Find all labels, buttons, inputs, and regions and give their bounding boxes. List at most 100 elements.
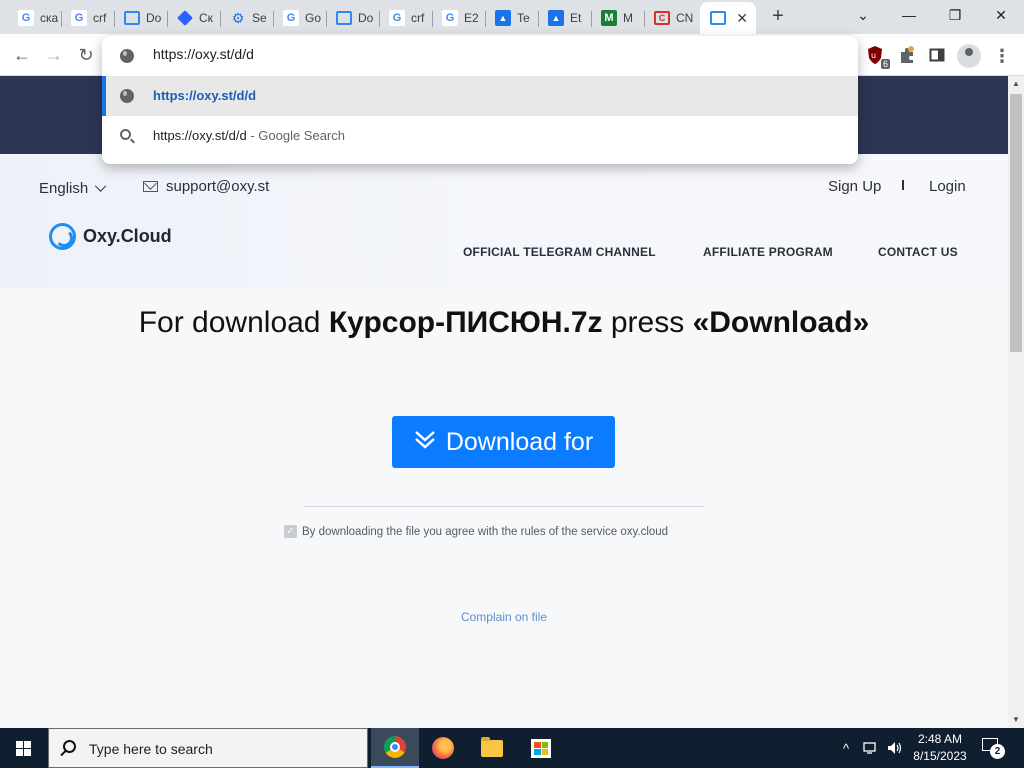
google-icon: G [71, 10, 87, 26]
triangle-app-icon: ▲ [548, 10, 564, 26]
svg-text:u: u [871, 51, 876, 60]
headline-prefix: For download [138, 306, 321, 339]
browser-tab[interactable]: Do [326, 4, 379, 32]
profile-avatar-icon[interactable] [957, 44, 981, 68]
taskbar-firefox[interactable] [419, 728, 467, 768]
oxy-cloud-logo-icon [49, 223, 76, 250]
language-selector[interactable]: English [39, 180, 107, 197]
forward-button[interactable]: → [42, 43, 66, 67]
suggestion-text: https://oxy.st/d/d [153, 128, 247, 143]
suggestion-text-wrap: https://oxy.st/d/d - Google Search [153, 128, 345, 143]
complain-link-label[interactable]: Complain on file [461, 610, 547, 624]
headline-middle: press [610, 306, 685, 339]
support-email-link[interactable]: support@oxy.st [166, 178, 269, 195]
search-icon [63, 740, 76, 753]
address-bar[interactable] [102, 36, 858, 76]
taskbar-clock[interactable]: 2:48 AM 8/15/2023 [905, 731, 975, 765]
tab-title: E2 [464, 11, 479, 25]
browser-tab[interactable]: ▲ Te [485, 4, 538, 32]
browser-tab[interactable]: G E2 [432, 4, 485, 32]
back-button[interactable]: ← [10, 43, 34, 67]
tab-search-button[interactable]: ⌄ [840, 0, 886, 30]
complain-link[interactable]: Complain on file [0, 610, 1008, 624]
headline-action: «Download» [692, 306, 870, 339]
reload-button[interactable]: ↻ [74, 43, 98, 67]
omnibox-suggestion-search[interactable]: https://oxy.st/d/d - Google Search [102, 116, 858, 156]
minimize-button[interactable]: — [886, 0, 932, 30]
extension-badge: 6 [880, 59, 890, 69]
network-icon[interactable] [860, 728, 882, 768]
start-button[interactable] [0, 728, 48, 768]
browser-tab[interactable]: G crf [379, 4, 432, 32]
nav-affiliate-program[interactable]: AFFILIATE PROGRAM [703, 245, 833, 259]
page-scrollbar[interactable]: ▲ ▼ [1008, 76, 1024, 728]
tab-strip: G ска G crf Do Ск ⚙ Se G Go Do G crf G E… [0, 0, 1024, 34]
browser-tab[interactable]: Do [114, 4, 167, 32]
tab-title: CN [676, 11, 694, 25]
firefox-icon [432, 737, 454, 759]
sign-up-link[interactable]: Sign Up [828, 178, 881, 195]
mail-icon [143, 181, 158, 192]
download-button[interactable]: Download for [392, 416, 615, 468]
tab-title: Et [570, 11, 582, 25]
browser-tab[interactable]: ▲ Et [538, 4, 591, 32]
tray-overflow-chevron-icon[interactable]: ^ [836, 728, 856, 768]
side-panel-icon[interactable] [926, 44, 948, 66]
headline-filename: Курсор-ПИСЮН.7z [328, 306, 603, 339]
agreement-text: By downloading the file you agree with t… [302, 526, 669, 538]
notification-count: 2 [990, 744, 1005, 759]
chrome-icon [384, 736, 406, 758]
address-input[interactable] [153, 46, 753, 62]
browser-tab[interactable]: G crf [61, 4, 114, 32]
taskbar-store[interactable] [517, 728, 565, 768]
login-link[interactable]: Login [929, 178, 966, 195]
taskbar-file-explorer[interactable] [468, 728, 516, 768]
ublock-extension-icon[interactable]: u 6 [864, 44, 890, 69]
close-tab-icon[interactable]: ✕ [736, 10, 748, 27]
notification-center-icon[interactable]: 2 [982, 738, 1005, 759]
nav-contact-us[interactable]: CONTACT US [878, 245, 958, 259]
browser-tab[interactable]: M M [591, 4, 644, 32]
browser-tab[interactable]: G ска [8, 4, 61, 32]
scroll-down-arrow-icon[interactable]: ▼ [1008, 712, 1024, 728]
gear-icon: ⚙ [231, 9, 245, 26]
omnibox-dropdown: https://oxy.st/d/d https://oxy.st/d/d - … [102, 36, 858, 164]
suggestion-text: https://oxy.st/d/d [153, 88, 257, 103]
close-window-button[interactable]: ✕ [978, 0, 1024, 30]
menu-kebab-icon[interactable]: ⋮ [992, 44, 1012, 68]
taskbar-search-box[interactable]: Type here to search [48, 728, 368, 768]
browser-tab[interactable]: G Go [273, 4, 326, 32]
oxy-cloud-icon [124, 11, 140, 25]
browser-tab[interactable]: ⚙ Se [220, 4, 273, 32]
tab-title: Se [252, 11, 267, 25]
taskbar-search-placeholder: Type here to search [89, 741, 213, 757]
logo-text: Oxy.Cloud [83, 226, 172, 246]
suggestion-suffix: - Google Search [250, 128, 345, 143]
volume-icon[interactable] [884, 728, 906, 768]
restore-button[interactable]: ❐ [932, 0, 978, 30]
taskbar-chrome[interactable] [371, 728, 419, 768]
scrollbar-thumb[interactable] [1010, 94, 1022, 352]
clock-date: 8/15/2023 [913, 749, 967, 763]
header-separator [902, 180, 904, 190]
scroll-up-arrow-icon[interactable]: ▲ [1008, 76, 1024, 92]
clock-time: 2:48 AM [917, 732, 963, 746]
store-icon [531, 738, 551, 758]
web-page: English support@oxy.st Sign Up Login Oxy… [0, 76, 1008, 728]
nav-telegram-channel[interactable]: OFFICIAL TELEGRAM CHANNEL [463, 245, 656, 259]
site-logo[interactable]: Oxy.Cloud [49, 223, 172, 250]
omnibox-suggestion-url[interactable]: https://oxy.st/d/d [102, 76, 858, 116]
extensions-puzzle-icon[interactable] [896, 44, 918, 66]
blue-diamond-icon [177, 10, 193, 26]
browser-tab[interactable]: C CN [644, 4, 697, 32]
google-icon: G [283, 10, 299, 26]
triangle-app-icon: ▲ [495, 10, 511, 26]
browser-tab-active[interactable]: ✕ [700, 2, 756, 34]
new-tab-button[interactable]: + [768, 6, 788, 26]
browser-tab[interactable]: Ск [167, 4, 220, 32]
page-title: For download Курсор-ПИСЮН.7z press «Down… [0, 306, 1008, 340]
tab-title: Ск [199, 11, 213, 25]
tab-title: Te [517, 11, 530, 25]
agreement-checkbox[interactable]: ✓ [284, 525, 297, 538]
language-label: English [39, 180, 89, 197]
